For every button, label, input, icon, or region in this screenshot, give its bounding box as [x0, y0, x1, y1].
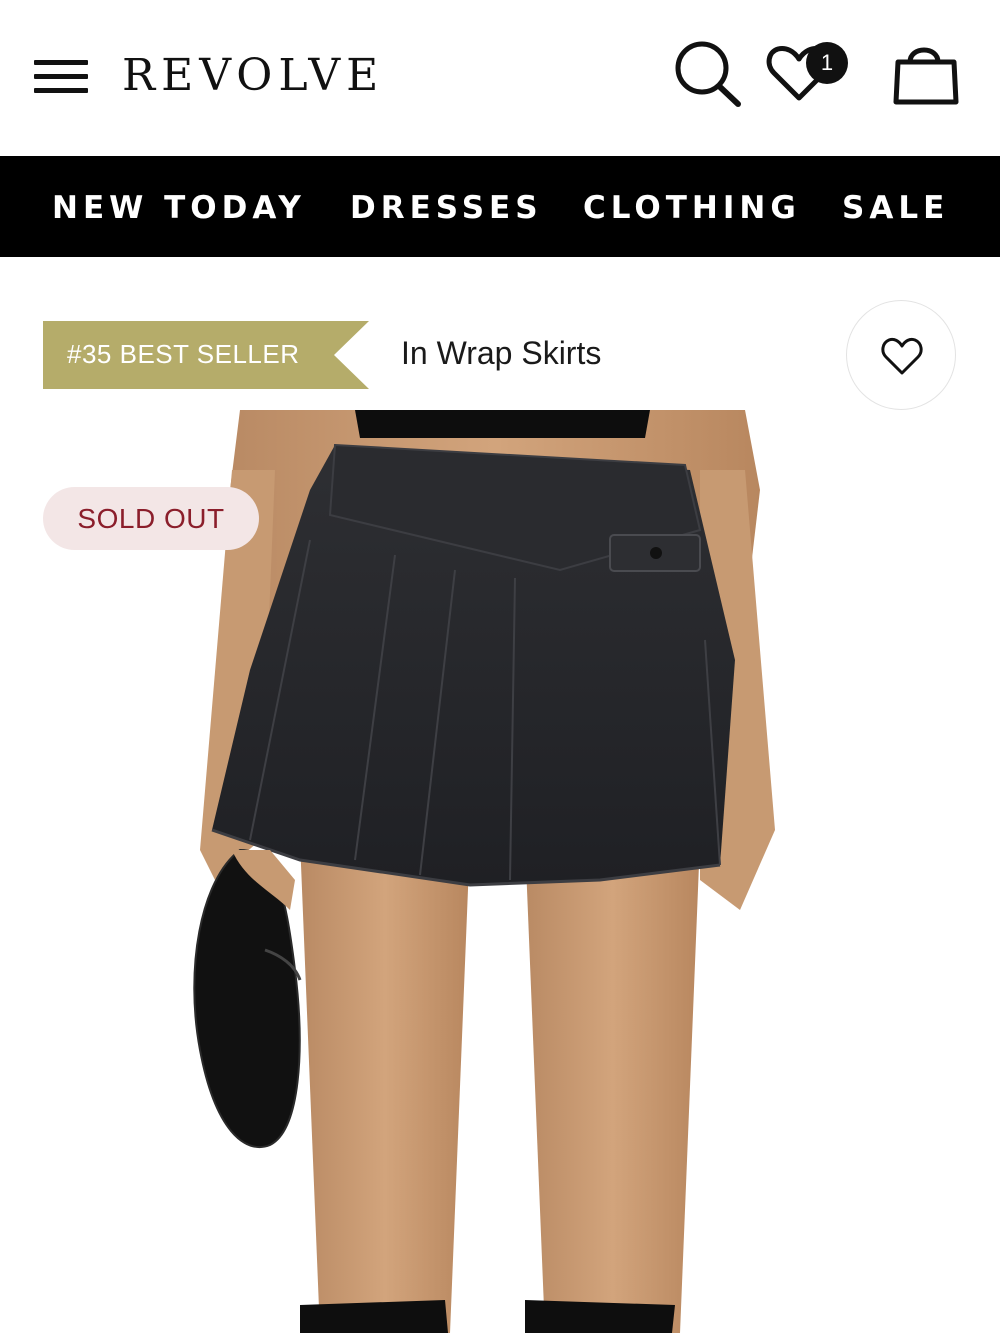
- site-header: REVOLVE 1: [0, 0, 1000, 156]
- nav-item-clothing[interactable]: CLOTHING: [583, 190, 801, 226]
- sold-out-badge: SOLD OUT: [43, 487, 259, 550]
- nav-item-sale[interactable]: SALE: [842, 190, 949, 226]
- main-nav-bar: NEW TODAY DRESSES CLOTHING SALE: [0, 156, 1000, 257]
- nav-item-new-today[interactable]: NEW TODAY: [52, 190, 306, 226]
- best-seller-ribbon[interactable]: #35 BEST SELLER: [43, 321, 369, 389]
- best-seller-category-link[interactable]: In Wrap Skirts: [401, 335, 601, 372]
- hamburger-menu-icon[interactable]: [34, 58, 90, 96]
- best-seller-label: #35 BEST SELLER: [67, 339, 300, 369]
- add-to-favorites-button[interactable]: [846, 300, 956, 410]
- revolve-logo[interactable]: REVOLVE: [122, 50, 384, 101]
- shopping-bag-icon[interactable]: [888, 38, 964, 110]
- nav-item-dresses[interactable]: DRESSES: [350, 190, 543, 226]
- search-icon[interactable]: [670, 38, 746, 110]
- wishlist-count-badge: 1: [806, 42, 848, 84]
- best-seller-row: #35 BEST SELLER In Wrap Skirts: [0, 290, 1000, 410]
- heart-outline-icon: [881, 337, 923, 375]
